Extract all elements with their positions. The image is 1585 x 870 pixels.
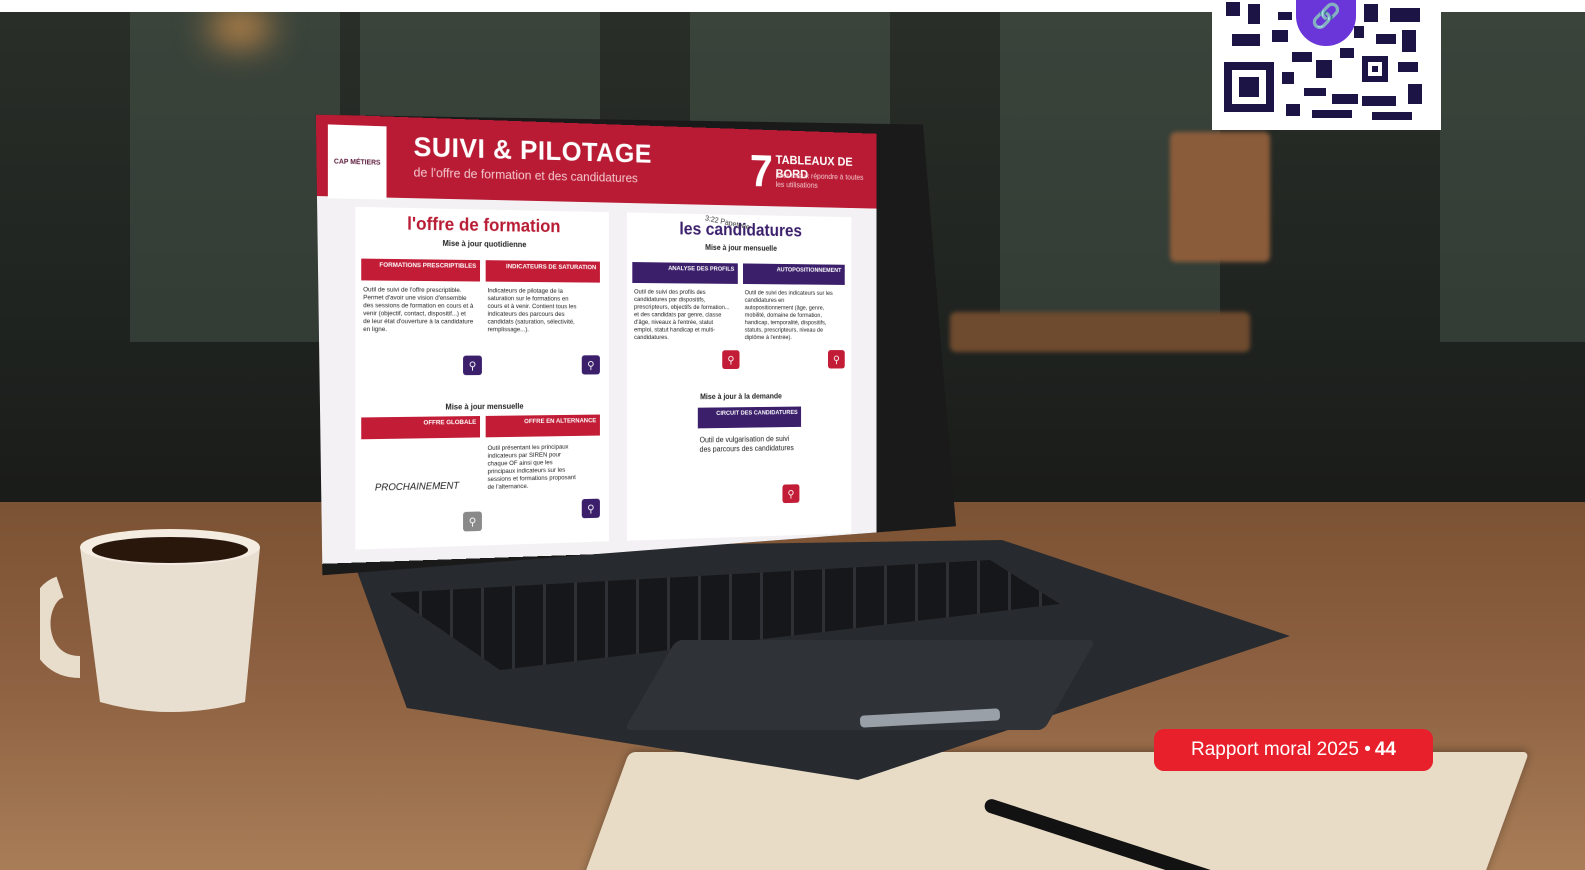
card-title: OFFRE GLOBALE [361, 416, 480, 439]
page-number: 44 [1375, 739, 1396, 761]
plant-pot [1170, 132, 1270, 262]
link-icon[interactable]: ⚲ [582, 355, 600, 374]
badge-separator: • [1364, 739, 1371, 761]
card-text: Indicateurs de pilotage de la saturation… [488, 287, 580, 334]
card-title: AUTOPOSITIONNEMENT [743, 263, 845, 284]
link-icon[interactable]: ⚲ [722, 350, 739, 369]
on-demand-update-label: Mise à jour à la demande [627, 391, 851, 402]
card-title: CIRCUIT DES CANDIDATURES [698, 407, 801, 429]
link-icon[interactable]: ⚲ [782, 484, 799, 503]
link-icon[interactable]: ⚲ [463, 511, 482, 531]
card-text: Outil présentant les principaux indicate… [488, 444, 580, 492]
card-text: Outil de suivi des profils des candidatu… [634, 289, 733, 342]
poster-header: CAP MÉTIERS SUIVI & PILOTAGE de l'offre … [316, 114, 876, 209]
dashboards-sublabel: pour mieux répondre à toutes les utilisa… [776, 171, 868, 192]
card-title: ANALYSE DES PROFILS [632, 262, 738, 284]
page-badge: Rapport moral 2025 • 44 [1154, 729, 1433, 771]
card-title: OFFRE EN ALTERNANCE [486, 415, 600, 438]
card-text: Outil de suivi de l'offre prescriptible.… [363, 286, 473, 334]
card-text: PROCHAINEMENT [375, 482, 480, 492]
poster-title: SUIVI & PILOTAGE [414, 131, 652, 169]
dashboard-poster: CAP MÉTIERS SUIVI & PILOTAGE de l'offre … [316, 114, 876, 564]
monthly-update-label: Mise à jour mensuelle [627, 242, 851, 254]
monthly-update-label: Mise à jour mensuelle [355, 401, 609, 412]
card-title: FORMATIONS PRESCRIPTIBLES [361, 259, 480, 282]
link-icon[interactable]: ⚲ [463, 356, 482, 376]
report-label: Rapport moral 2025 [1191, 739, 1359, 761]
offer-heading: l'offre de formation [355, 207, 609, 238]
card-title: INDICATEURS DE SATURATION [486, 260, 600, 282]
cafe-window [1440, 12, 1585, 342]
link-icon[interactable]: ⚲ [582, 499, 600, 519]
dashboard-count: 7 [750, 146, 773, 198]
coffee-mug [40, 517, 270, 717]
qr-code[interactable]: 🔗 [1212, 0, 1441, 130]
card-text: Outil de vulgarisation de suivi des parc… [700, 434, 795, 454]
daily-update-label: Mise à jour quotidienne [355, 238, 609, 251]
cap-metiers-logo: CAP MÉTIERS [328, 124, 387, 199]
candidatures-column: les candidatures Mise à jour mensuelle A… [627, 212, 851, 540]
lamp-glow [210, 12, 270, 42]
screen-bezel: CAP MÉTIERS SUIVI & PILOTAGE de l'offre … [296, 100, 956, 590]
cafe-table [950, 312, 1250, 352]
offer-column: l'offre de formation Mise à jour quotidi… [355, 207, 609, 550]
laptop-screen: CAP MÉTIERS SUIVI & PILOTAGE de l'offre … [296, 100, 956, 590]
link-icon[interactable]: ⚲ [828, 350, 845, 368]
card-text: Outil de suivi des indicateurs sur les c… [745, 290, 833, 342]
